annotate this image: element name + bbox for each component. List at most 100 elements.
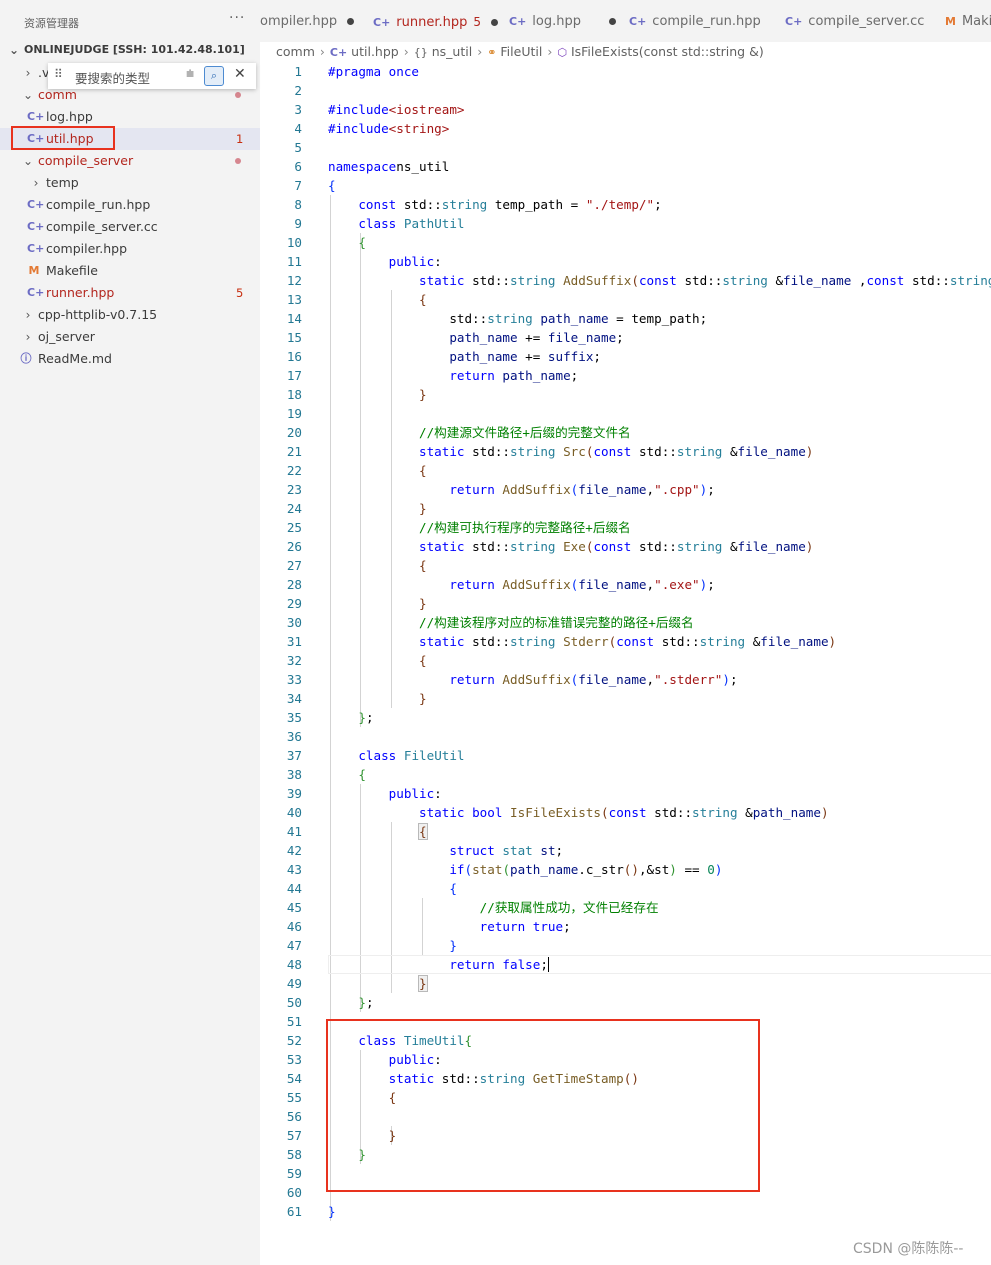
explorer-sidebar: 资源管理器 ··· ⌄ ONLINEJUDGE [SSH: 101.42.48.… — [0, 0, 260, 1265]
tab-label: compile_server.cc — [808, 14, 925, 29]
code-line: 14 std::string path_name = temp_path; — [260, 309, 991, 328]
workspace-root[interactable]: ⌄ ONLINEJUDGE [SSH: 101.42.48.101] — [0, 39, 260, 61]
code-line: 48 return false; — [260, 955, 991, 974]
tree-item[interactable]: M Makefile — [0, 260, 260, 282]
line-number: 6 — [294, 159, 302, 174]
line-number: 13 — [286, 292, 302, 307]
line-number: 7 — [294, 178, 302, 193]
line-number: 10 — [286, 235, 302, 250]
line-number: 56 — [286, 1109, 302, 1124]
code-text: return AddSuffix(file_name,".cpp"); — [449, 482, 715, 497]
fuzzy-match-icon[interactable]: ⌕ — [204, 66, 224, 86]
code-line: 17 return path_name; — [260, 366, 991, 385]
code-text: } — [449, 938, 457, 953]
code-line: 10 { — [260, 233, 991, 252]
code-line: 11 public: — [260, 252, 991, 271]
code-text: return true; — [479, 919, 571, 934]
line-number: 4 — [294, 121, 302, 136]
breadcrumb-function[interactable]: IsFileExists(const std::string &) — [571, 44, 764, 59]
tree-item-label: cpp-httplib-v0.7.15 — [38, 307, 158, 322]
line-number: 9 — [294, 216, 302, 231]
code-text: struct stat st; — [449, 843, 564, 858]
code-line: 27 { — [260, 556, 991, 575]
tree-find-widget[interactable]: ⠿ 要搜索的类型 ⩧ ⌕ ✕ — [48, 63, 256, 89]
line-number: 46 — [286, 919, 302, 934]
filter-icon[interactable]: ⩧ — [186, 66, 194, 82]
line-number: 52 — [286, 1033, 302, 1048]
tab-compiler[interactable]: ompiler.hpp — [260, 0, 355, 42]
cpp-file-icon: C+ — [329, 46, 348, 59]
tree-item-label: oj_server — [38, 329, 95, 344]
more-actions-icon[interactable]: ··· — [229, 10, 245, 26]
code-line: 18 } — [260, 385, 991, 404]
code-line: 20 //构建源文件路径+后缀的完整文件名 — [260, 423, 991, 442]
breadcrumb-file[interactable]: util.hpp — [351, 44, 399, 59]
line-number: 44 — [286, 881, 302, 896]
tree-item[interactable]: › oj_server — [0, 326, 260, 348]
chevron-down-icon: ⌄ — [22, 154, 34, 168]
code-text: class FileUtil — [358, 748, 465, 763]
code-text: //获取属性成功，文件已经存在 — [479, 900, 659, 915]
tab-label: log.hpp — [532, 14, 581, 29]
code-line: 5 — [260, 138, 991, 157]
code-line: 49 } — [260, 974, 991, 993]
tab-runner[interactable]: C+ runner.hpp 5 — [373, 0, 499, 42]
breadcrumb-folder[interactable]: comm — [276, 44, 315, 59]
code-text: return AddSuffix(file_name,".exe"); — [449, 577, 715, 592]
code-text: class PathUtil — [358, 216, 465, 231]
tab-log[interactable]: C+ log.hpp — [509, 0, 616, 42]
tree-item[interactable]: ⓘ ReadMe.md — [0, 348, 260, 370]
code-line: 30 //构建该程序对应的标准错误完整的路径+后缀名 — [260, 613, 991, 632]
makefile-icon: M — [28, 264, 40, 277]
line-number: 53 — [286, 1052, 302, 1067]
tab-compile-run[interactable]: C+ compile_run.hpp — [629, 0, 761, 42]
code-line: 35 }; — [260, 708, 991, 727]
tab-compile-server[interactable]: C+ compile_server.cc — [785, 0, 924, 42]
line-number: 37 — [286, 748, 302, 763]
drag-handle-icon[interactable]: ⠿ — [54, 67, 63, 81]
line-number: 1 — [294, 64, 302, 79]
line-number: 59 — [286, 1166, 302, 1181]
code-text: if(stat(path_name.c_str(),&st) == 0) — [449, 862, 723, 877]
tree-item[interactable]: C+ compiler.hpp — [0, 238, 260, 260]
line-number: 54 — [286, 1071, 302, 1086]
chevron-right-icon: › — [477, 44, 483, 59]
breadcrumb-class[interactable]: FileUtil — [500, 44, 542, 59]
code-line: 2 — [260, 81, 991, 100]
code-text: public: — [388, 786, 442, 801]
code-text: return AddSuffix(file_name,".stderr"); — [449, 672, 738, 687]
code-text: }; — [358, 995, 374, 1010]
tree-item[interactable]: ⌄ compile_server — [0, 150, 260, 172]
close-icon[interactable]: ✕ — [234, 66, 246, 82]
code-text: static std::string Src(const std::string… — [419, 444, 814, 459]
tree-item[interactable]: C+ compile_server.cc — [0, 216, 260, 238]
tree-item[interactable]: › cpp-httplib-v0.7.15 — [0, 304, 260, 326]
line-number: 20 — [286, 425, 302, 440]
code-line: 31 static std::string Stderr(const std::… — [260, 632, 991, 651]
line-number: 31 — [286, 634, 302, 649]
breadcrumb-namespace[interactable]: ns_util — [432, 44, 472, 59]
line-number: 35 — [286, 710, 302, 725]
cpp-file-icon: C+ — [27, 110, 45, 123]
cpp-file-icon: C+ — [27, 242, 45, 255]
tab-makefile[interactable]: M Maki — [945, 0, 991, 42]
line-number: 51 — [286, 1014, 302, 1029]
line-number: 57 — [286, 1128, 302, 1143]
code-line: 43 if(stat(path_name.c_str(),&st) == 0) — [260, 860, 991, 879]
tree-item[interactable]: C+ log.hpp — [0, 106, 260, 128]
watermark: CSDN @陈陈陈-- — [853, 1241, 964, 1257]
find-input[interactable]: 要搜索的类型 — [75, 68, 150, 87]
line-number: 45 — [286, 900, 302, 915]
tree-item[interactable]: › temp — [0, 172, 260, 194]
line-number: 39 — [286, 786, 302, 801]
line-number: 48 — [286, 957, 302, 972]
tree-item[interactable]: C+ compile_run.hpp — [0, 194, 260, 216]
code-text: static std::string Exe(const std::string… — [419, 539, 814, 554]
explorer-title: 资源管理器 — [24, 17, 79, 30]
line-number: 26 — [286, 539, 302, 554]
cpp-file-icon: C+ — [27, 220, 45, 233]
code-line: 19 — [260, 404, 991, 423]
code-line: 33 return AddSuffix(file_name,".stderr")… — [260, 670, 991, 689]
tree-item[interactable]: C+ runner.hpp 5 — [0, 282, 260, 304]
code-text: #include<string> — [328, 121, 450, 136]
